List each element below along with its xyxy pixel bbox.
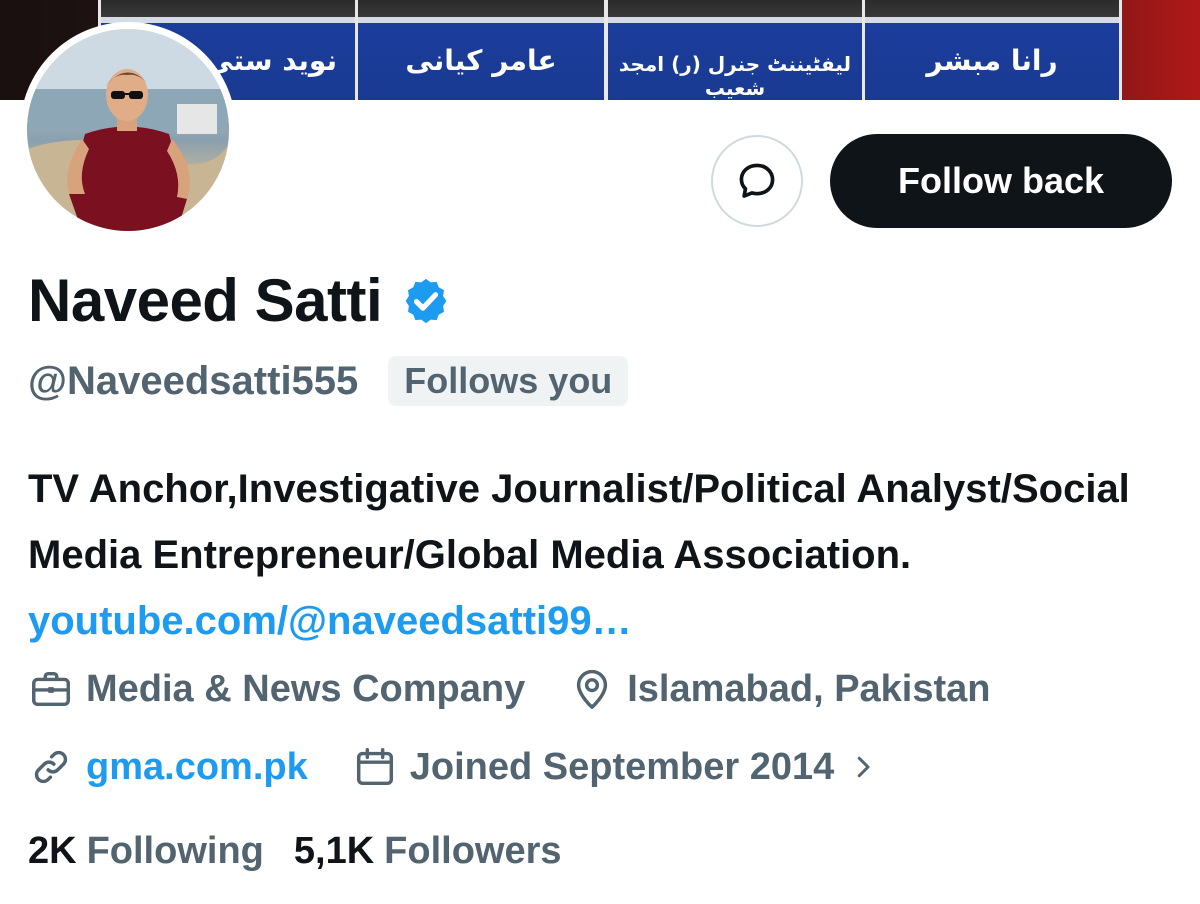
banner-caption: عامر کیانی <box>405 44 557 77</box>
followers-count: 5,1K <box>293 830 375 872</box>
banner-panel: لیفٹیننٹ جنرل (ر) امجد شعیب <box>605 0 865 100</box>
profile-meta-row: Media & News Company Islamabad, Pakistan <box>28 666 991 712</box>
profile-website[interactable]: gma.com.pk <box>28 744 308 790</box>
follow-back-button[interactable]: Follow back <box>830 134 1172 228</box>
chevron-right-icon[interactable] <box>848 749 878 785</box>
banner-caption: رانا مبشر <box>926 44 1058 77</box>
bio-link[interactable]: youtube.com/@naveedsatti99… <box>28 599 632 643</box>
profile-page: نوید ستی عامر کیانی لیفٹیننٹ جنرل (ر) ام… <box>0 0 1200 904</box>
category-label: Media & News Company <box>86 667 526 710</box>
profile-joined[interactable]: Joined September 2014 <box>352 744 879 790</box>
profile-name-row: Naveed Satti <box>28 266 452 335</box>
banner-panel: رانا مبشر <box>862 0 1122 100</box>
message-bubble-icon <box>735 159 779 203</box>
handle-row: @Naveedsatti555 Follows you <box>28 356 629 406</box>
website-link[interactable]: gma.com.pk <box>86 746 308 789</box>
location-label: Islamabad, Pakistan <box>627 667 991 710</box>
profile-category: Media & News Company <box>28 666 525 712</box>
profile-handle: @Naveedsatti555 <box>28 358 359 403</box>
following-count: 2K <box>28 830 77 872</box>
calendar-icon <box>352 744 398 790</box>
message-button[interactable] <box>711 135 803 227</box>
following-label: Following <box>86 830 264 872</box>
profile-bio: TV Anchor,Investigative Journalist/Polit… <box>28 456 1178 654</box>
following-stat[interactable]: 2K Following <box>28 830 264 873</box>
profile-stats: 2K Following 5,1K Followers <box>28 830 562 873</box>
location-pin-icon <box>569 666 615 712</box>
profile-name: Naveed Satti <box>28 267 383 334</box>
bio-text: TV Anchor,Investigative Journalist/Polit… <box>28 467 1130 577</box>
briefcase-icon <box>28 666 74 712</box>
avatar-photo <box>27 29 229 231</box>
profile-location: Islamabad, Pakistan <box>569 666 991 712</box>
banner-panel: عامر کیانی <box>355 0 607 100</box>
followers-label: Followers <box>384 830 562 872</box>
follows-you-badge: Follows you <box>388 356 629 406</box>
followers-stat[interactable]: 5,1K Followers <box>294 830 562 873</box>
link-icon <box>28 744 74 790</box>
joined-label: Joined September 2014 <box>409 745 835 788</box>
avatar[interactable] <box>20 22 236 238</box>
banner-caption: لیفٹیننٹ جنرل (ر) امجد شعیب <box>618 52 852 100</box>
verified-badge-icon[interactable] <box>400 275 452 327</box>
profile-meta-row: gma.com.pk Joined September 2014 <box>28 744 878 790</box>
